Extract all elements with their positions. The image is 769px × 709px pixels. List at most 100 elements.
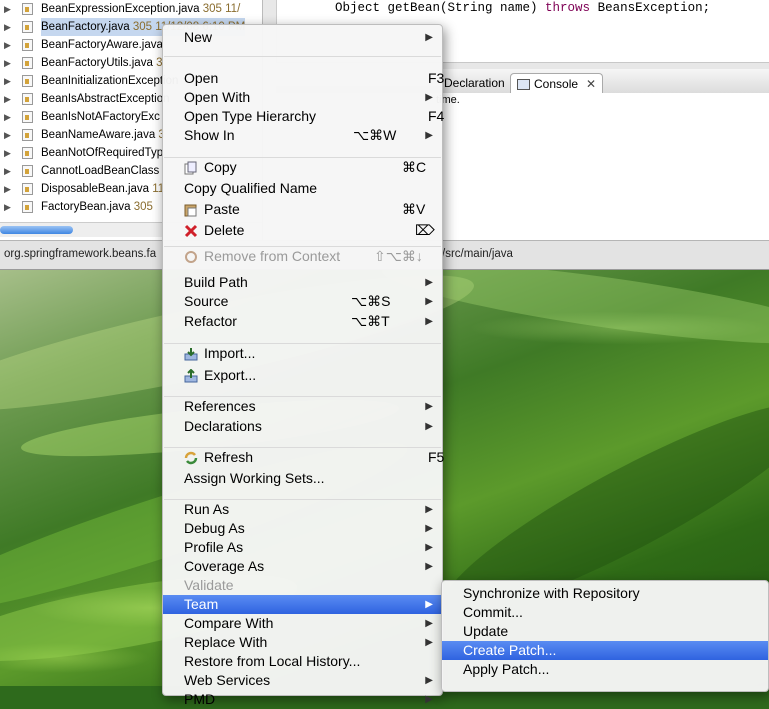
expand-triangle-icon[interactable]: ▶ (4, 126, 12, 144)
menu-item-label: Build Path (184, 274, 248, 290)
menu-item-declarations[interactable]: Declarations ▶ (163, 417, 442, 436)
tab-console-label: Console (534, 77, 579, 91)
menu-item-build-path[interactable]: Build Path ▶ (163, 273, 442, 292)
menu-item-compare-with[interactable]: Compare With ▶ (163, 614, 442, 633)
remove-context-icon (184, 250, 198, 263)
menu-item-refactor[interactable]: Refactor ⌥⌘T ▶ (163, 312, 442, 331)
menu-item-web-services[interactable]: Web Services ▶ (163, 671, 442, 690)
menu-shortcut: F5 (428, 449, 445, 465)
menu-item-coverage-as[interactable]: Coverage As ▶ (163, 557, 442, 576)
tree-item-label: BeanNotOfRequiredTyp (41, 147, 164, 159)
menu-shortcut: ⌥⌘S (351, 293, 391, 309)
tab-declaration[interactable]: Declaration (444, 73, 505, 93)
menu-item-replace-with[interactable]: Replace With ▶ (163, 633, 442, 652)
submenu-arrow-icon: ▶ (425, 130, 433, 141)
import-icon (184, 347, 198, 361)
expand-triangle-icon[interactable]: ▶ (4, 54, 12, 72)
submenu-item-create-patch[interactable]: Create Patch... (442, 641, 768, 660)
menu-item-open-with[interactable]: Open With ▶ (163, 88, 442, 107)
java-file-icon (22, 201, 33, 213)
java-file-icon (22, 57, 33, 69)
refresh-icon (184, 451, 198, 465)
expand-triangle-icon[interactable]: ▶ (4, 90, 12, 108)
submenu-arrow-icon: ▶ (425, 296, 433, 307)
menu-item-pmd[interactable]: PMD ▶ (163, 690, 442, 709)
java-file-icon (22, 183, 33, 195)
scrollbar-thumb[interactable] (0, 226, 73, 234)
submenu-item-synchronize-with-repository[interactable]: Synchronize with Repository (442, 584, 768, 603)
export-icon (184, 368, 198, 383)
menu-item-new[interactable]: New ▶ (163, 28, 442, 47)
menu-item-debug-as[interactable]: Debug As ▶ (163, 519, 442, 538)
submenu-arrow-icon: ▶ (425, 316, 433, 327)
tree-item[interactable]: ▶ BeanExpressionException.java 305 11/ (0, 0, 262, 18)
expand-triangle-icon[interactable]: ▶ (4, 108, 12, 126)
code-text-end: BeansException; (590, 1, 711, 15)
tab-console[interactable]: Console ✕ (510, 73, 604, 94)
menu-item-copy[interactable]: Copy ⌘C (163, 158, 442, 177)
menu-shortcut: F3 (428, 70, 445, 86)
submenu-arrow-icon: ▶ (425, 542, 433, 553)
menu-item-copy-qualified-name[interactable]: Copy Qualified Name (163, 179, 442, 198)
menu-item-open-type-hierarchy[interactable]: Open Type Hierarchy F4 (163, 107, 444, 126)
menu-item-assign-working-sets[interactable]: Assign Working Sets... (163, 469, 442, 488)
menu-item-open[interactable]: Open F3 (163, 69, 445, 88)
expand-triangle-icon[interactable]: ▶ (4, 180, 12, 198)
submenu-arrow-icon: ▶ (425, 504, 433, 515)
java-file-icon (22, 75, 33, 87)
tree-item-label: FactoryBean.java 305 (41, 201, 153, 213)
menu-item-label: Open Type Hierarchy (184, 108, 317, 124)
submenu-arrow-icon: ▶ (425, 32, 433, 43)
tree-item-label: DisposableBean.java 11 (41, 183, 165, 195)
expand-triangle-icon[interactable]: ▶ (4, 144, 12, 162)
submenu-item-label: Create Patch... (463, 642, 557, 658)
menu-shortcut: ⌥⌘W (353, 127, 397, 143)
paste-icon (184, 203, 198, 217)
close-icon[interactable]: ✕ (586, 77, 596, 91)
submenu-arrow-icon: ▶ (425, 523, 433, 534)
expand-triangle-icon[interactable]: ▶ (4, 18, 12, 36)
submenu-arrow-icon: ▶ (425, 618, 433, 629)
menu-item-profile-as[interactable]: Profile As ▶ (163, 538, 442, 557)
menu-item-label: Delete (204, 222, 245, 238)
menu-item-restore-from-local-history[interactable]: Restore from Local History... (163, 652, 442, 671)
menu-shortcut: ⌥⌘T (351, 313, 390, 329)
menu-item-delete[interactable]: Delete ⌦ (163, 221, 442, 240)
submenu-item-commit[interactable]: Commit... (442, 603, 768, 622)
menu-item-paste[interactable]: Paste ⌘V (163, 200, 442, 219)
tree-item-label: BeanFactoryAware.java (41, 39, 163, 51)
expand-triangle-icon[interactable]: ▶ (4, 198, 12, 216)
menu-item-label: Show In (184, 127, 235, 143)
menu-item-export[interactable]: Export... (163, 366, 442, 385)
code-keyword: throws (545, 1, 591, 15)
menu-item-label: Copy (204, 159, 237, 175)
menu-item-run-as[interactable]: Run As ▶ (163, 500, 442, 519)
submenu-item-apply-patch[interactable]: Apply Patch... (442, 660, 768, 679)
submenu-arrow-icon: ▶ (425, 92, 433, 103)
expand-triangle-icon[interactable]: ▶ (4, 72, 12, 90)
submenu-arrow-icon: ▶ (425, 637, 433, 648)
submenu-item-label: Apply Patch... (463, 661, 550, 677)
context-menu: New ▶ Open F3 Open With ▶ Open Type Hierarchy F… (162, 24, 445, 707)
expand-triangle-icon[interactable]: ▶ (4, 0, 12, 18)
menu-item-label: Assign Working Sets... (184, 470, 325, 486)
tree-item-label: BeanIsAbstractException (41, 93, 170, 105)
menu-item-show-in[interactable]: Show In ⌥⌘W ▶ (163, 126, 442, 145)
tree-item-label: BeanExpressionException.java 305 11/ (41, 3, 241, 15)
menu-item-import[interactable]: Import... (163, 344, 442, 363)
expand-triangle-icon[interactable]: ▶ (4, 162, 12, 180)
menu-item-label: Declarations (184, 418, 262, 434)
menu-shortcut: ⇧⌥⌘↓ (374, 248, 423, 264)
menu-item-label: New (184, 29, 213, 45)
menu-item-refresh[interactable]: Refresh F5 (163, 448, 445, 467)
status-source-folder: /src/main/java (442, 248, 513, 260)
console-icon (517, 79, 530, 91)
menu-item-source[interactable]: Source ⌥⌘S ▶ (163, 292, 442, 311)
status-path: org.springframework.beans.fa (4, 248, 157, 260)
submenu-item-update[interactable]: Update (442, 622, 768, 641)
menu-item-team[interactable]: Team ▶ (163, 595, 442, 614)
expand-triangle-icon[interactable]: ▶ (4, 36, 12, 54)
menu-item-references[interactable]: References ▶ (163, 397, 442, 416)
java-file-icon (22, 129, 33, 141)
submenu-arrow-icon: ▶ (425, 421, 433, 432)
